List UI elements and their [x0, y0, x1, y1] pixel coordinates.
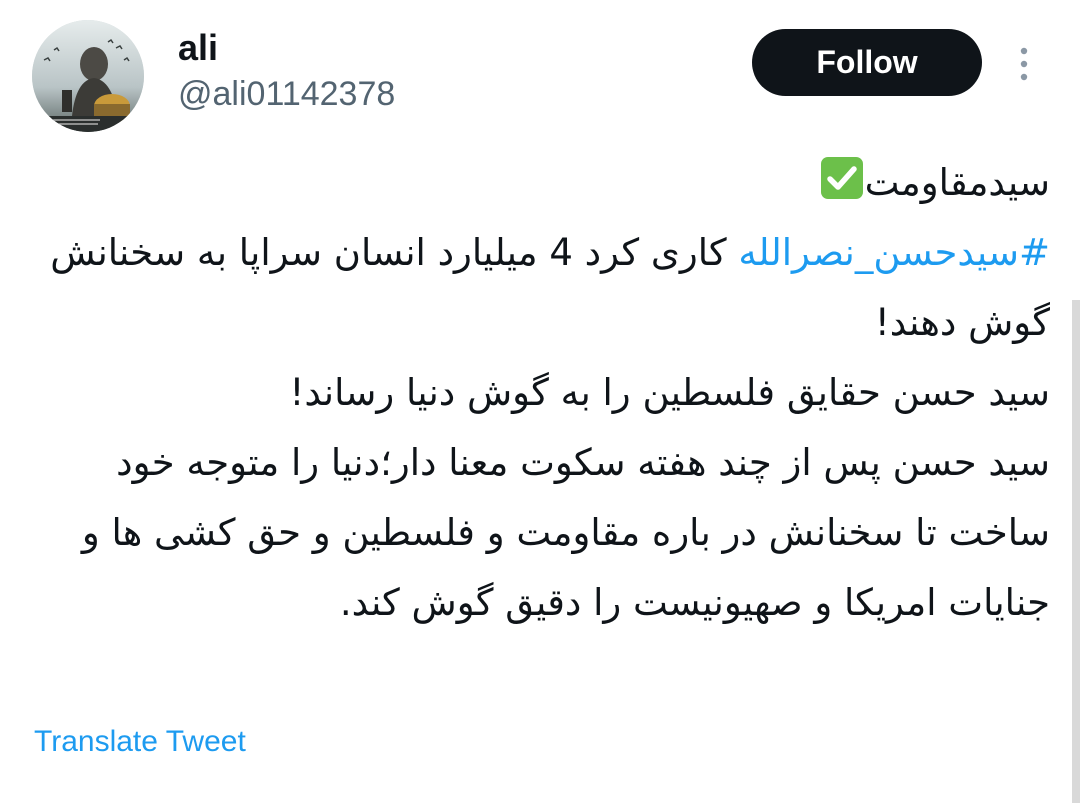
tweet-line-1-text: سیدمقاومت: [864, 161, 1050, 204]
tweet-text: سیدمقاومت #سیدحسن_نصرالله کاری کرد 4 میل…: [20, 148, 1050, 638]
tweet-paragraph-2: سید حسن حقایق فلسطین را به گوش دنیا رسان…: [289, 371, 1050, 414]
avatar[interactable]: [32, 20, 144, 132]
tweet-paragraph-3: سید حسن پس از چند هفته سکوت معنا دار؛دنی…: [81, 441, 1050, 624]
check-mark-button-icon: [820, 157, 863, 199]
profile-photo-icon: [32, 20, 144, 132]
scrollbar[interactable]: [1072, 300, 1080, 803]
more-vertical-icon[interactable]: [1010, 44, 1038, 84]
hashtag-link[interactable]: #سیدحسن_نصرالله: [738, 231, 1050, 274]
tweet-paragraph-1: #سیدحسن_نصرالله کاری کرد 4 میلیارد انسان…: [20, 218, 1050, 358]
follow-button[interactable]: Follow: [752, 29, 982, 96]
tweet-line-1: سیدمقاومت: [20, 148, 1050, 218]
user-handle[interactable]: @ali01142378: [178, 72, 395, 116]
display-name[interactable]: ali: [178, 26, 218, 70]
translate-tweet-link[interactable]: Translate Tweet: [34, 722, 246, 762]
